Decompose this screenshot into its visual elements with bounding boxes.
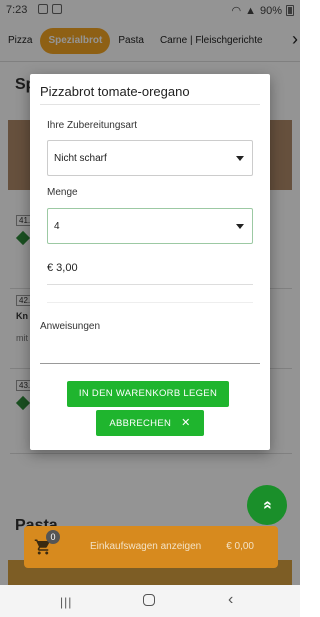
cancel-button[interactable]: ABBRECHEN ✕	[96, 410, 204, 436]
cart-bar[interactable]: 0 Einkaufswagen anzeigen € 0,00	[24, 526, 278, 568]
dialog-title: Pizzabrot tomate-oregano	[40, 84, 190, 99]
divider	[47, 302, 253, 303]
notes-input[interactable]	[40, 336, 260, 364]
notes-label: Anweisungen	[40, 321, 101, 332]
quantity-label: Menge	[47, 187, 78, 198]
quantity-value: 4	[54, 221, 60, 232]
scroll-top-button[interactable]: »	[247, 485, 287, 525]
quantity-select[interactable]: 4	[47, 208, 253, 244]
cart-total: € 0,00	[226, 541, 254, 552]
cart-count-badge: 0	[46, 530, 60, 544]
price: € 3,00	[47, 262, 78, 274]
double-chevron-up-icon: »	[258, 500, 275, 510]
dropdown-caret-icon	[236, 156, 244, 161]
system-nav-bar: ||| ‹	[0, 585, 300, 617]
divider	[47, 284, 253, 285]
close-icon: ✕	[181, 417, 191, 429]
cart-label: Einkaufswagen anzeigen	[90, 541, 202, 552]
preparation-label: Ihre Zubereitungsart	[47, 120, 138, 131]
add-to-cart-button[interactable]: IN DEN WARENKORB LEGEN	[67, 381, 229, 407]
home-icon[interactable]	[143, 594, 155, 606]
divider	[40, 104, 260, 105]
preparation-value: Nicht scharf	[54, 153, 107, 164]
recent-apps-icon[interactable]: |||	[60, 595, 72, 609]
product-options-dialog: Pizzabrot tomate-oregano Ihre Zubereitun…	[30, 74, 270, 450]
preparation-select[interactable]: Nicht scharf	[47, 140, 253, 176]
dropdown-caret-icon	[236, 224, 244, 229]
back-icon[interactable]: ‹	[228, 591, 233, 609]
cancel-label: ABBRECHEN	[109, 418, 172, 429]
